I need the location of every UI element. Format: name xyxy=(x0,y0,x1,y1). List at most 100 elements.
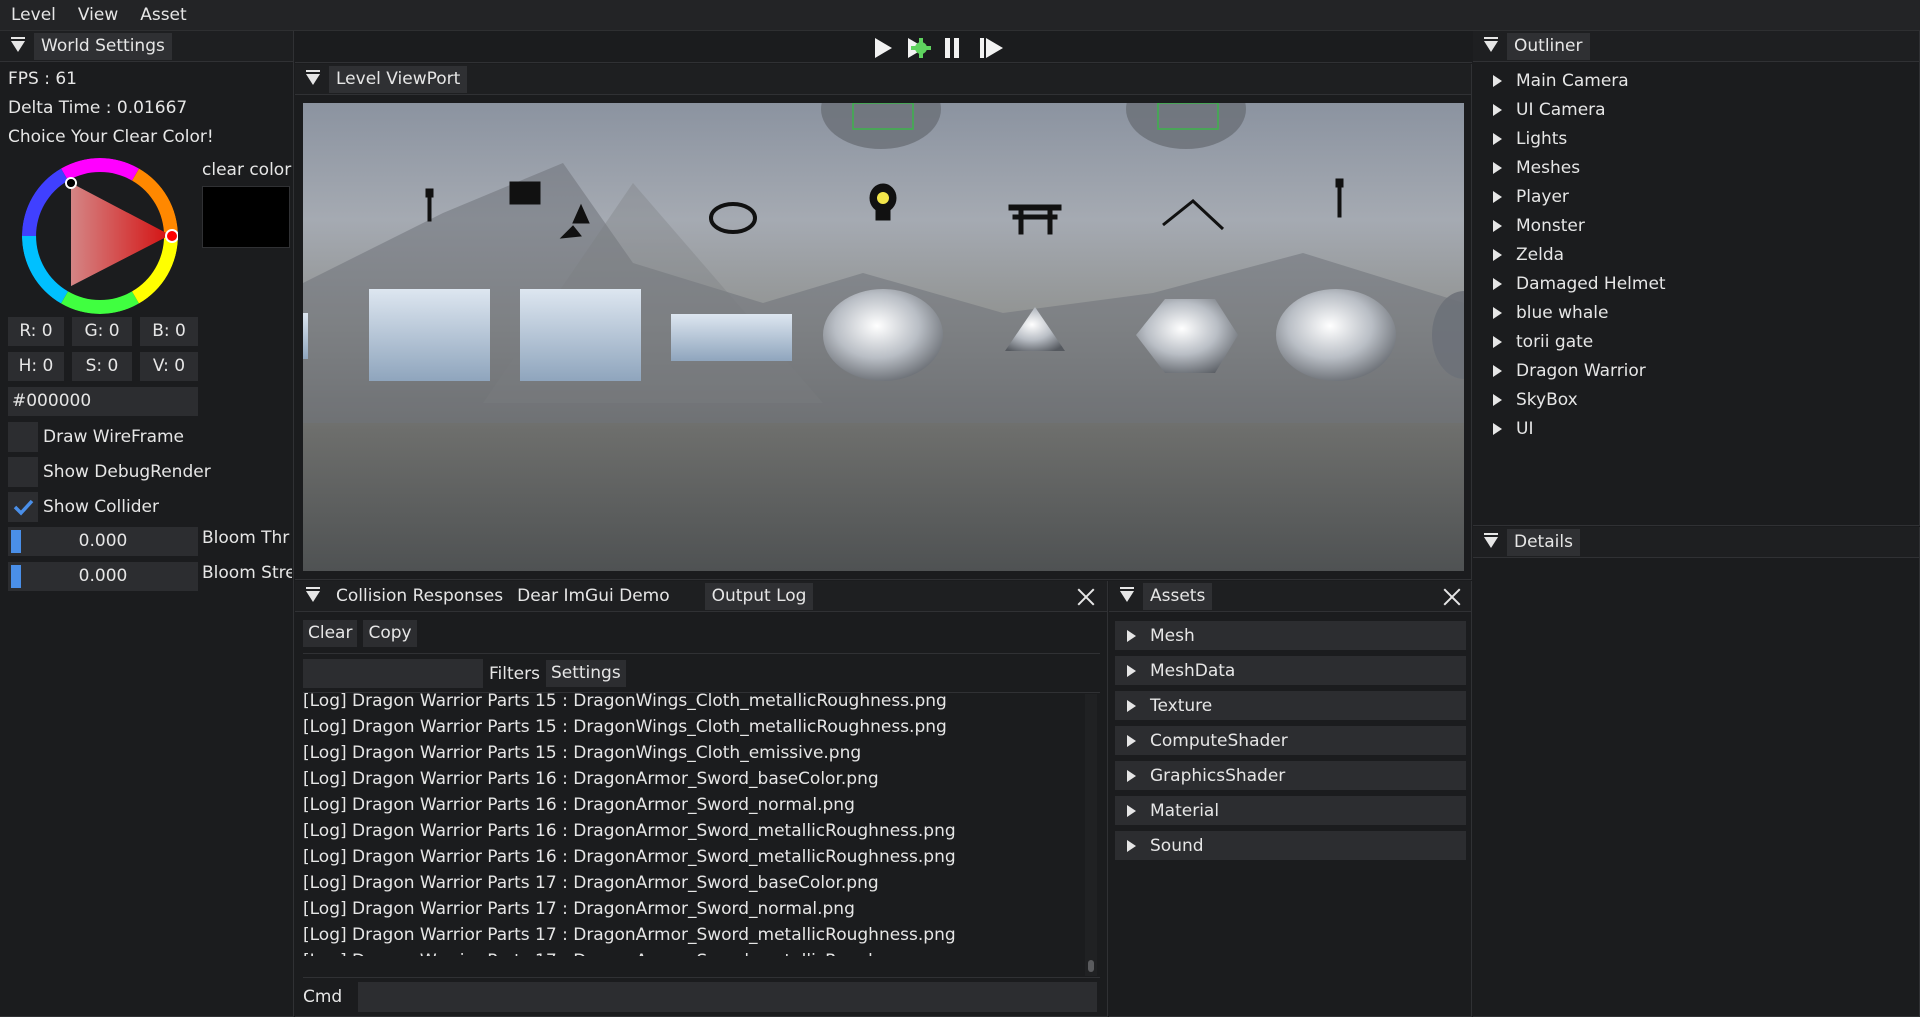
log-line: [Log] Dragon Warrior Parts 15 : DragonWi… xyxy=(303,743,862,763)
outliner-title[interactable]: Outliner xyxy=(1507,32,1590,60)
slider-grab[interactable] xyxy=(11,530,21,553)
collapse-icon[interactable] xyxy=(11,36,25,52)
color-picker-wheel[interactable] xyxy=(22,158,179,314)
close-icon[interactable] xyxy=(1077,588,1095,606)
outliner-item-meshes[interactable]: Meshes xyxy=(1493,153,1919,182)
log-line: [Log] Dragon Warrior Parts 16 : DragonAr… xyxy=(303,847,956,867)
outliner-item-ui[interactable]: UI xyxy=(1493,414,1919,443)
log-line: [Log] Dragon Warrior Parts 17 : DragonAr… xyxy=(303,873,879,893)
step-frame-icon[interactable] xyxy=(979,37,1005,59)
log-tab-bar: Collision Responses Dear ImGui Demo Outp… xyxy=(295,581,1107,612)
log-line: [Log] Dragon Warrior Parts 16 : DragonAr… xyxy=(303,821,956,841)
collapse-icon[interactable] xyxy=(1484,532,1498,548)
filter-input[interactable] xyxy=(303,659,483,688)
expand-icon[interactable] xyxy=(1493,335,1502,348)
expand-icon[interactable] xyxy=(1127,804,1136,817)
outliner-item-blue-whale[interactable]: blue whale xyxy=(1493,298,1919,327)
outliner-item-torii-gate[interactable]: torii gate xyxy=(1493,327,1919,356)
expand-icon[interactable] xyxy=(1127,769,1136,782)
assets-panel: Assets Mesh MeshData Texture ComputeShad… xyxy=(1109,581,1472,1017)
asset-category-sound[interactable]: Sound xyxy=(1115,831,1466,860)
expand-icon[interactable] xyxy=(1493,190,1502,203)
collapse-icon[interactable] xyxy=(1484,36,1498,52)
expand-icon[interactable] xyxy=(1493,393,1502,406)
asset-category-mesh[interactable]: Mesh xyxy=(1115,621,1466,650)
clear-button[interactable]: Clear xyxy=(303,620,358,647)
menu-asset[interactable]: Asset xyxy=(129,0,197,31)
b-field[interactable]: B: 0 xyxy=(140,317,198,346)
outliner-header[interactable]: Outliner xyxy=(1473,31,1919,62)
bloom-strength-slider[interactable]: 0.000 xyxy=(8,562,198,591)
world-settings-header[interactable]: World Settings xyxy=(0,31,293,62)
show-collider-checkbox[interactable] xyxy=(8,492,38,522)
r-field[interactable]: R: 0 xyxy=(8,317,64,346)
expand-icon[interactable] xyxy=(1493,422,1502,435)
scene-render xyxy=(303,103,1464,423)
s-field[interactable]: S: 0 xyxy=(72,352,132,381)
log-line: [Log] Dragon Warrior Parts 17 : DragonAr… xyxy=(303,899,855,919)
copy-button[interactable]: Copy xyxy=(363,620,417,647)
details-header[interactable]: Details xyxy=(1473,527,1919,558)
expand-icon[interactable] xyxy=(1493,132,1502,145)
outliner-item-monster[interactable]: Monster xyxy=(1493,211,1919,240)
expand-icon[interactable] xyxy=(1127,734,1136,747)
asset-category-graphicsshader[interactable]: GraphicsShader xyxy=(1115,761,1466,790)
expand-icon[interactable] xyxy=(1493,306,1502,319)
tab-collision-responses[interactable]: Collision Responses xyxy=(329,583,510,610)
asset-category-computeshader[interactable]: ComputeShader xyxy=(1115,726,1466,755)
g-field[interactable]: G: 0 xyxy=(72,317,132,346)
outliner-item-skybox[interactable]: SkyBox xyxy=(1493,385,1919,414)
viewport-scene[interactable] xyxy=(303,103,1464,571)
settings-button[interactable]: Settings xyxy=(545,660,626,687)
pause-icon[interactable] xyxy=(943,37,961,59)
scrollbar-thumb[interactable] xyxy=(1088,960,1094,972)
collapse-icon[interactable] xyxy=(306,586,320,602)
expand-icon[interactable] xyxy=(1127,839,1136,852)
viewport-title[interactable]: Level ViewPort xyxy=(329,65,468,93)
bloom-strength-value: 0.000 xyxy=(78,566,128,586)
world-settings-title[interactable]: World Settings xyxy=(34,32,172,60)
outliner-item-dragon-warrior[interactable]: Dragon Warrior xyxy=(1493,356,1919,385)
bloom-threshold-slider[interactable]: 0.000 xyxy=(8,527,198,556)
outliner-item-zelda[interactable]: Zelda xyxy=(1493,240,1919,269)
divider xyxy=(303,653,1100,654)
expand-icon[interactable] xyxy=(1493,364,1502,377)
collapse-icon[interactable] xyxy=(306,69,320,85)
outliner-item-main-camera[interactable]: Main Camera xyxy=(1493,66,1919,95)
outliner-item-player[interactable]: Player xyxy=(1493,182,1919,211)
asset-category-texture[interactable]: Texture xyxy=(1115,691,1466,720)
expand-icon[interactable] xyxy=(1493,74,1502,87)
show-debug-checkbox[interactable] xyxy=(8,457,38,487)
menu-view[interactable]: View xyxy=(67,0,129,31)
menu-level[interactable]: Level xyxy=(0,0,67,31)
tab-output-log[interactable]: Output Log xyxy=(704,582,814,610)
expand-icon[interactable] xyxy=(1127,699,1136,712)
outliner-item-lights[interactable]: Lights xyxy=(1493,124,1919,153)
viewport-header[interactable]: Level ViewPort xyxy=(295,64,1471,95)
clear-color-swatch[interactable] xyxy=(202,186,290,248)
outliner-item-damaged-helmet[interactable]: Damaged Helmet xyxy=(1493,269,1919,298)
draw-wireframe-checkbox[interactable] xyxy=(8,422,38,452)
details-panel: Details xyxy=(1473,527,1920,1017)
v-field[interactable]: V: 0 xyxy=(140,352,198,381)
expand-icon[interactable] xyxy=(1493,103,1502,116)
expand-icon[interactable] xyxy=(1493,219,1502,232)
expand-icon[interactable] xyxy=(1127,629,1136,642)
tab-dear-imgui-demo[interactable]: Dear ImGui Demo xyxy=(510,583,677,610)
expand-icon[interactable] xyxy=(1127,664,1136,677)
outliner-item-ui-camera[interactable]: UI Camera xyxy=(1493,95,1919,124)
expand-icon[interactable] xyxy=(1493,277,1502,290)
expand-icon[interactable] xyxy=(1493,248,1502,261)
expand-icon[interactable] xyxy=(1493,161,1502,174)
play-icon[interactable] xyxy=(873,37,893,59)
hex-field[interactable]: #000000 xyxy=(8,387,198,416)
h-field[interactable]: H: 0 xyxy=(8,352,64,381)
simulate-icon[interactable] xyxy=(906,36,932,60)
slider-grab[interactable] xyxy=(11,565,21,588)
asset-category-meshdata[interactable]: MeshData xyxy=(1115,656,1466,685)
cmd-input[interactable] xyxy=(358,982,1098,1012)
details-title[interactable]: Details xyxy=(1507,528,1580,556)
log-scrollbar[interactable] xyxy=(1085,694,1097,976)
asset-category-material[interactable]: Material xyxy=(1115,796,1466,825)
log-line: [Log] Dragon Warrior Parts 17 : DragonAr… xyxy=(303,948,1083,956)
